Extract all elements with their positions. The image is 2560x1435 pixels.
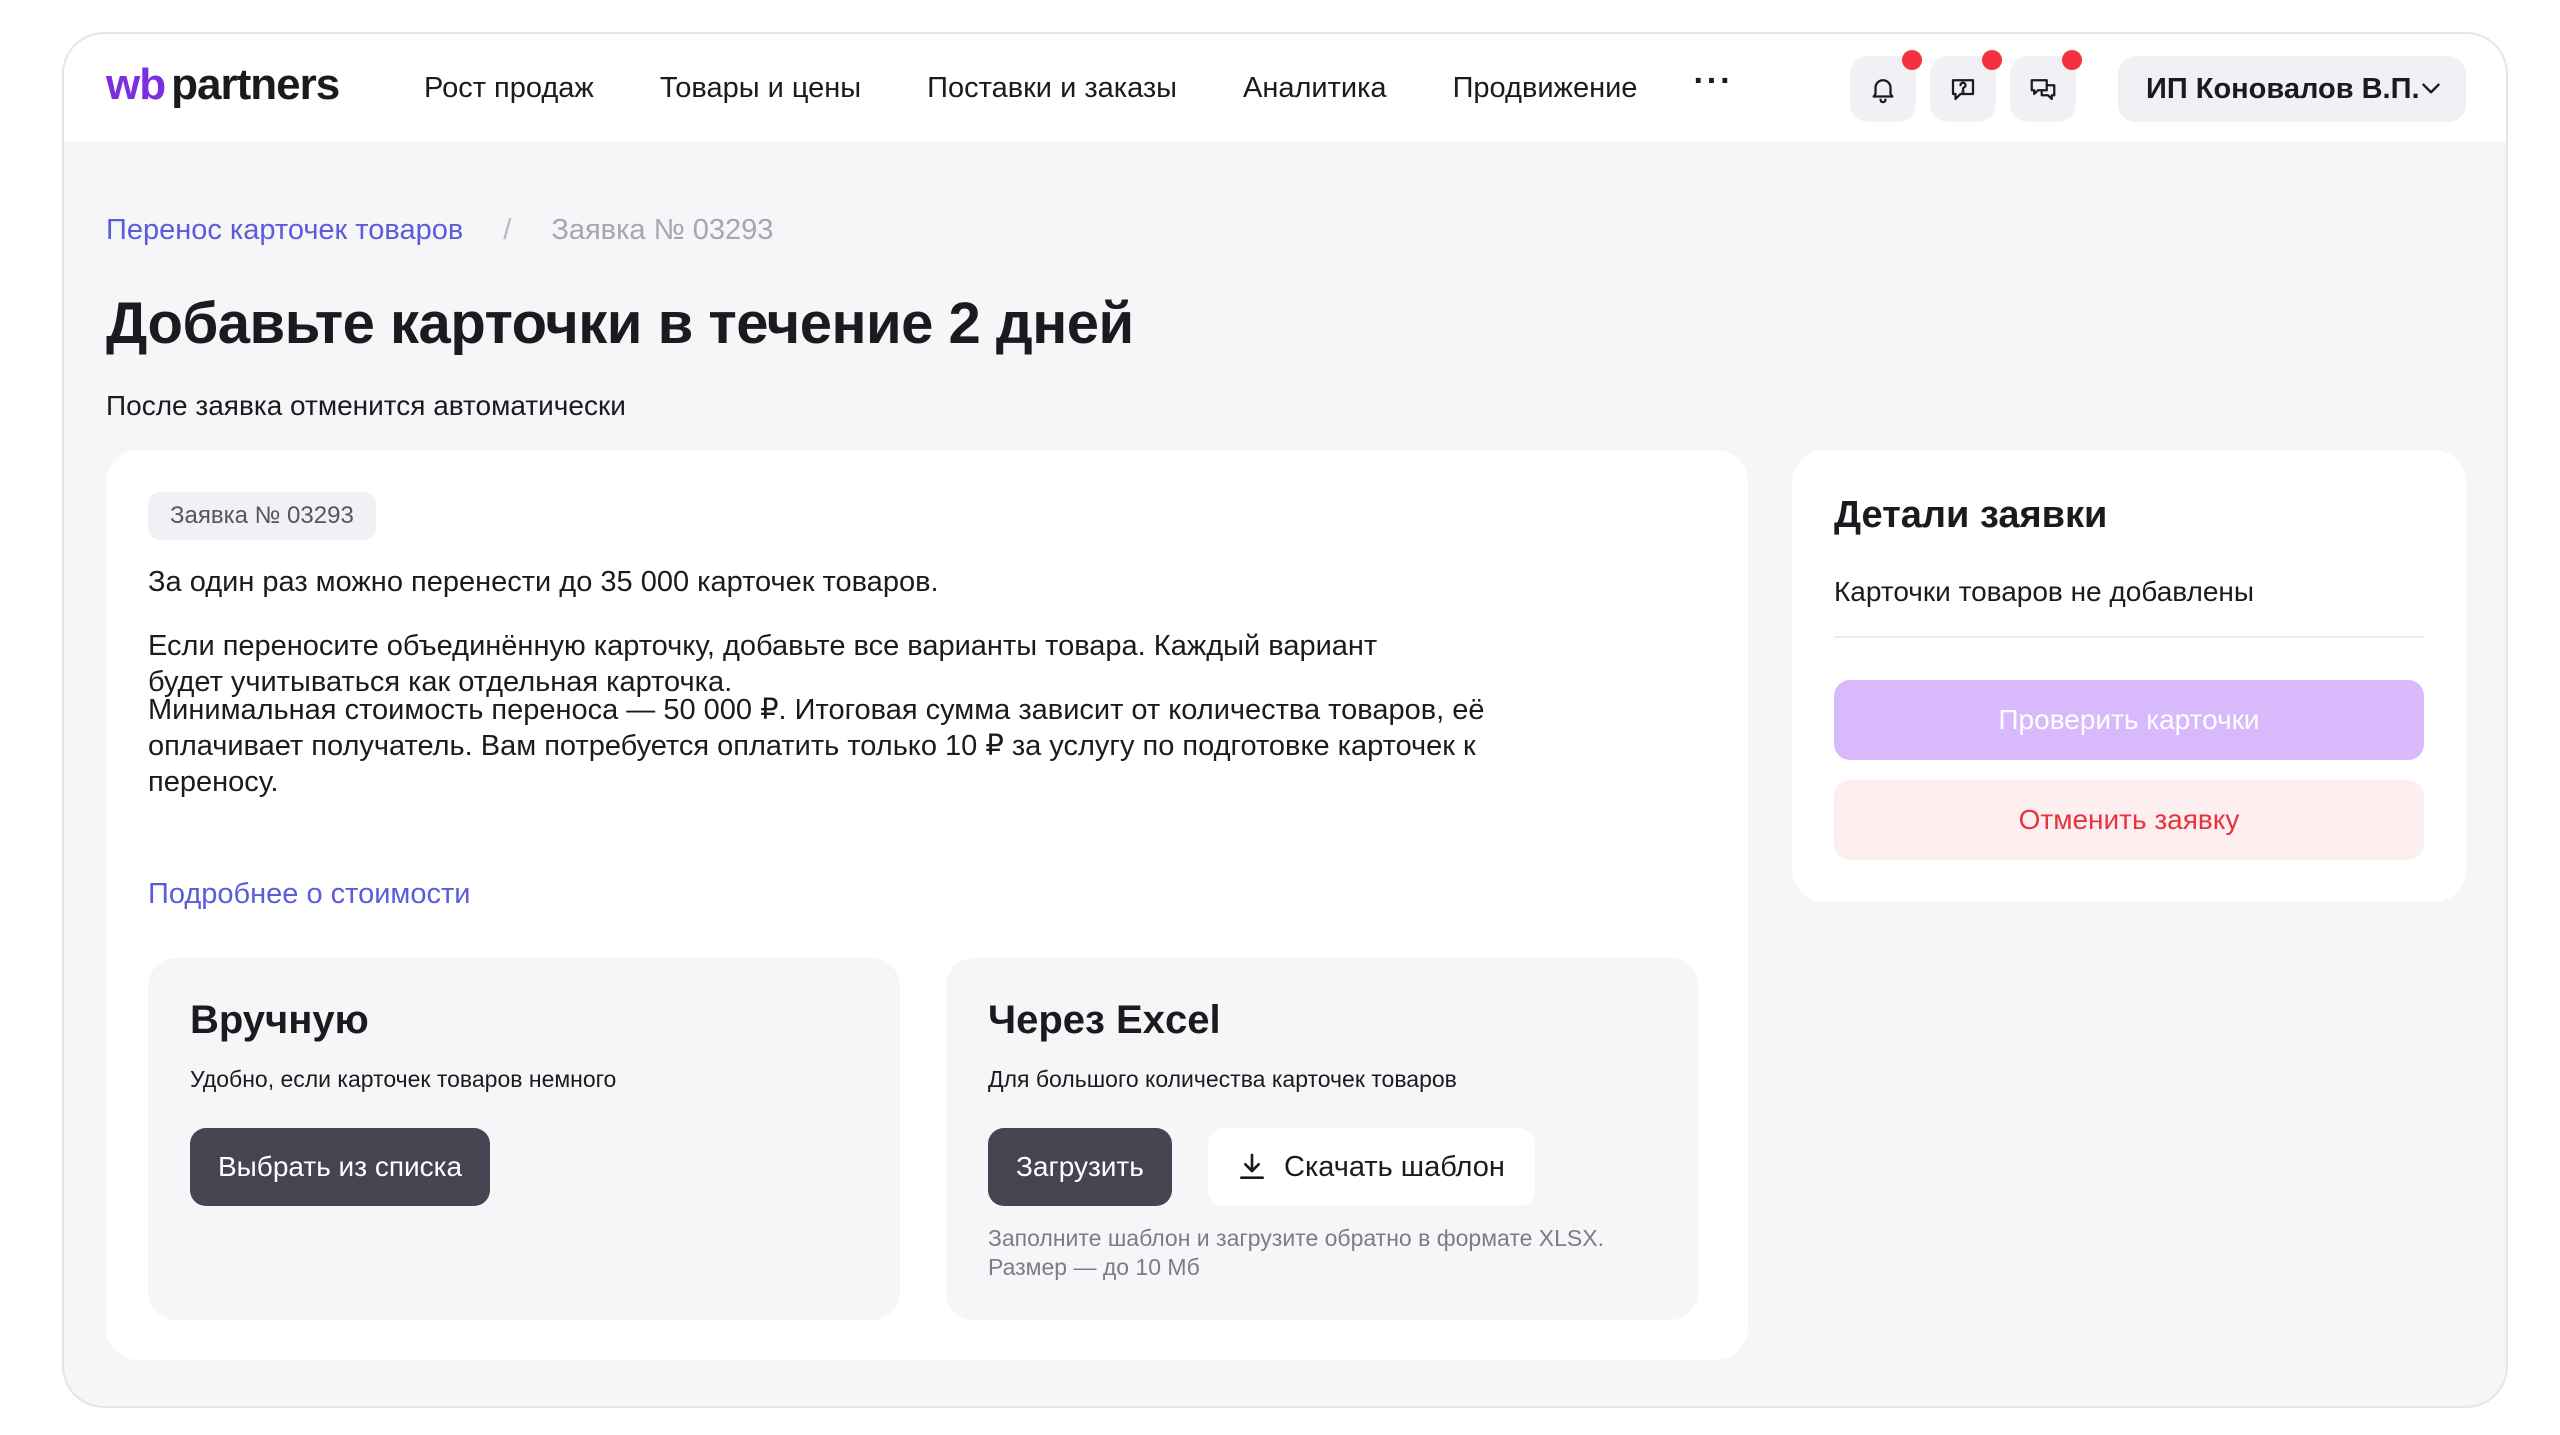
- messages-button[interactable]: [2010, 50, 2082, 122]
- excel-upload-hint: Заполните шаблон и загрузите обратно в ф…: [988, 1225, 1604, 1280]
- messages-icon: [2030, 79, 2056, 101]
- support-chat-icon: [1951, 79, 1975, 101]
- manual-option-desc: Удобно, если карточек товаров немного: [190, 1066, 617, 1092]
- nav-item-promotion[interactable]: Продвижение: [1453, 72, 1638, 105]
- page-title: Добавьте карточки в течение 2 дней: [106, 291, 1134, 356]
- cards-status-text: Карточки товаров не добавлены: [1834, 576, 2254, 607]
- cancel-request-button[interactable]: Отменить заявку: [1834, 780, 2424, 860]
- top-header: wb partners Рост продаж Товары и цены По…: [64, 34, 2506, 142]
- nav-item-analytics[interactable]: Аналитика: [1243, 72, 1387, 105]
- excel-option-card: Через Excel Для большого количества карт…: [946, 958, 1698, 1320]
- download-template-label: Скачать шаблон: [1284, 1150, 1505, 1183]
- page-subtitle: После заявка отменится автоматически: [106, 390, 626, 421]
- divider: [1834, 636, 2424, 638]
- select-from-list-button[interactable]: Выбрать из списка: [190, 1128, 491, 1206]
- wb-partners-logo[interactable]: wb partners: [106, 60, 340, 110]
- logo-wb: wb: [106, 60, 166, 109]
- manual-option-title: Вручную: [190, 998, 369, 1042]
- chevron-down-icon: [2422, 83, 2440, 94]
- breadcrumb-current: Заявка № 03293: [551, 214, 774, 246]
- support-dot: [1982, 50, 2002, 70]
- messages-dot: [2062, 50, 2082, 70]
- request-details-card: Детали заявки Карточки товаров не добавл…: [1792, 450, 2466, 902]
- notification-dot: [1902, 50, 1922, 70]
- manual-option-card: Вручную Удобно, если карточек товаров не…: [148, 958, 900, 1320]
- info-paragraph-variants: Если переносите объединённую карточку, д…: [148, 630, 1378, 698]
- request-main-card: Заявка № 03293 За один раз можно перенес…: [106, 450, 1748, 1360]
- user-menu-button[interactable]: ИП Коновалов В.П.: [2118, 56, 2466, 122]
- check-cards-button[interactable]: Проверить карточки: [1834, 680, 2424, 760]
- nav-item-supplies-orders[interactable]: Поставки и заказы: [927, 72, 1177, 105]
- upload-button[interactable]: Загрузить: [988, 1128, 1172, 1206]
- info-paragraph-cost: Минимальная стоимость переноса — 50 000 …: [148, 694, 1485, 798]
- nav-item-products-prices[interactable]: Товары и цены: [660, 72, 861, 105]
- support-button[interactable]: [1930, 50, 2002, 122]
- bell-icon: [1872, 79, 1894, 104]
- excel-option-desc: Для большого количества карточек товаров: [988, 1066, 1457, 1092]
- breadcrumb: Перенос карточек товаров / Заявка № 0329…: [106, 214, 773, 247]
- cost-details-link[interactable]: Подробнее о стоимости: [148, 878, 470, 911]
- main-nav: Рост продаж Товары и цены Поставки и зак…: [424, 34, 1733, 142]
- info-paragraph-limit: За один раз можно перенести до 35 000 ка…: [148, 566, 939, 598]
- nav-item-sales-growth[interactable]: Рост продаж: [424, 72, 594, 105]
- nav-more-icon[interactable]: ···: [1693, 62, 1733, 101]
- logo-partners: partners: [171, 60, 340, 109]
- user-name: ИП Коновалов В.П.: [2146, 72, 2420, 105]
- notifications-button[interactable]: [1850, 50, 1922, 122]
- breadcrumb-link-card-transfer[interactable]: Перенос карточек товаров: [106, 214, 463, 247]
- request-number-badge: Заявка № 03293: [148, 492, 376, 540]
- download-template-button[interactable]: Скачать шаблон: [1208, 1128, 1535, 1206]
- breadcrumb-separator: /: [503, 214, 512, 246]
- download-icon: [1240, 1153, 1264, 1179]
- app-window: wb partners Рост продаж Товары и цены По…: [62, 32, 2508, 1408]
- excel-option-title: Через Excel: [988, 998, 1221, 1042]
- request-details-title: Детали заявки: [1834, 494, 2108, 536]
